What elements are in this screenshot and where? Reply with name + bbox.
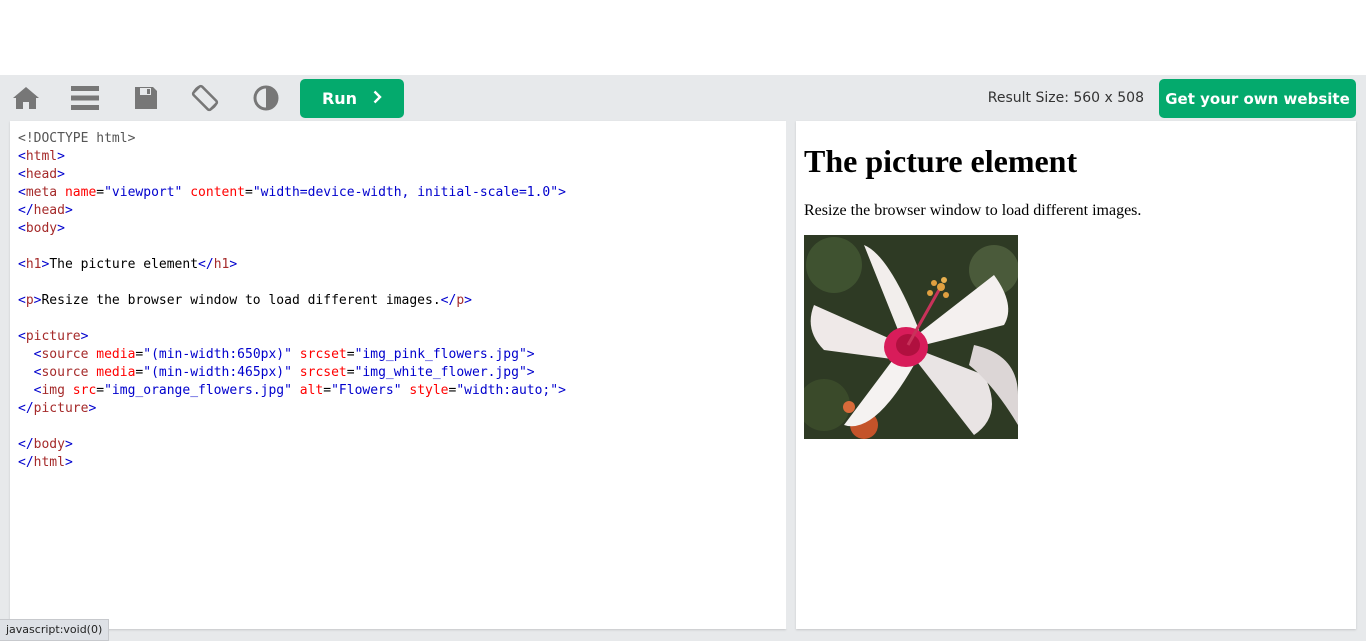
result-size-label: Result Size: 560 x 508 (987, 90, 1144, 106)
home-icon[interactable] (11, 83, 41, 113)
contrast-icon[interactable] (251, 83, 281, 113)
top-blank-area (0, 0, 1366, 75)
run-button-label: Run (321, 89, 358, 108)
run-button[interactable]: Run (300, 79, 404, 118)
rotate-icon[interactable] (190, 83, 220, 113)
pane-resize-handle[interactable] (786, 121, 796, 629)
get-own-website-button[interactable]: Get your own website (1159, 79, 1356, 118)
code-editor[interactable]: <!DOCTYPE html> <html> <head> <meta name… (10, 121, 786, 629)
status-bar-link: javascript:void(0) (0, 619, 110, 641)
result-frame: The picture element Resize the browser w… (796, 121, 1356, 629)
chevron-right-icon (373, 90, 382, 108)
result-paragraph: Resize the browser window to load differ… (804, 202, 1142, 219)
menu-icon[interactable] (70, 83, 100, 113)
code-text[interactable]: <!DOCTYPE html> <html> <head> <meta name… (18, 130, 566, 472)
save-icon[interactable] (131, 83, 161, 113)
result-heading: The picture element (804, 143, 1078, 179)
flower-image (804, 235, 1018, 439)
